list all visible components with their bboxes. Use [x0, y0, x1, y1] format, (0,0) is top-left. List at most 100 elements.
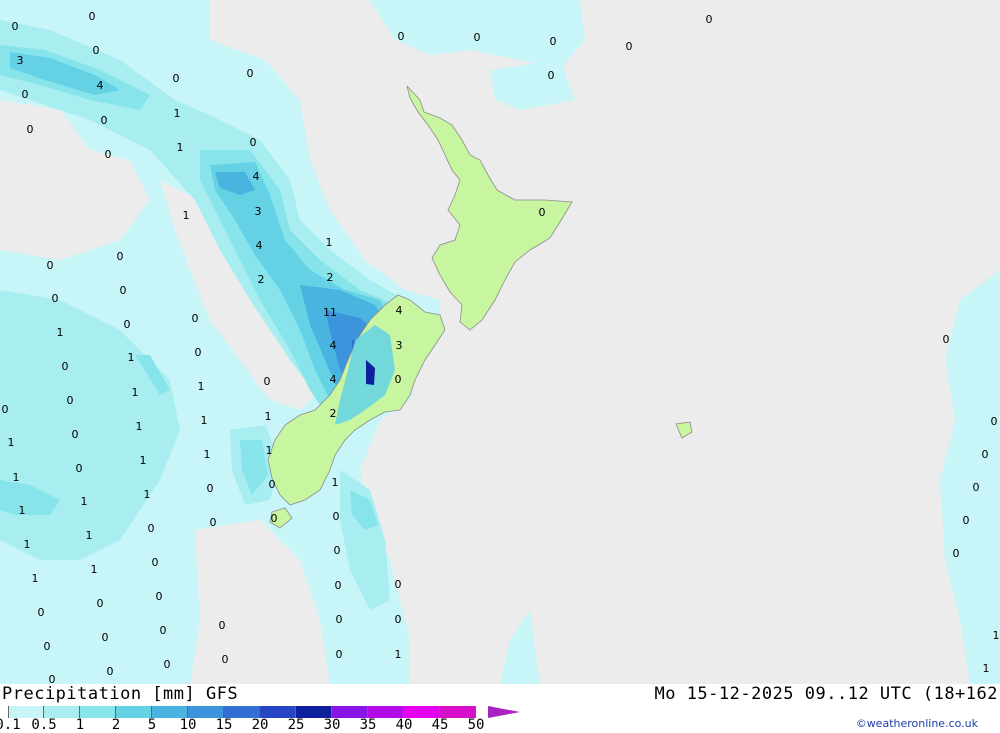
legend-label: 30 — [323, 717, 341, 733]
precip-value-label: 0 — [271, 512, 278, 525]
precip-value-label: 0 — [963, 514, 970, 527]
precip-value-label: 0 — [398, 30, 405, 43]
precip-value-label: 0 — [124, 318, 131, 331]
precip-value-label: 2 — [258, 273, 265, 286]
precip-value-label: 1 — [86, 529, 93, 542]
precip-value-label: 1 — [198, 380, 205, 393]
precip-value-label: 3 — [255, 205, 262, 218]
precip-value-label: 0 — [336, 613, 343, 626]
precip-value-label: 4 — [330, 339, 337, 352]
precip-value-label: 0 — [219, 619, 226, 632]
precip-value-label: 0 — [222, 653, 229, 666]
precip-value-label: 3 — [396, 339, 403, 352]
precip-value-label: 0 — [247, 67, 254, 80]
precip-value-label: 1 — [8, 436, 15, 449]
legend-label: 5 — [147, 717, 157, 733]
precip-value-label: 1 — [91, 563, 98, 576]
precip-value-label: 0 — [38, 606, 45, 619]
precip-value-label: 0 — [105, 148, 112, 161]
precip-value-label: 0 — [264, 375, 271, 388]
precip-value-label: 1 — [24, 538, 31, 551]
precip-value-label: 0 — [152, 556, 159, 569]
precip-value-label: 1 — [57, 326, 64, 339]
precip-value-label: 2 — [327, 271, 334, 284]
precip-value-label: 0 — [706, 13, 713, 26]
precip-value-label: 0 — [107, 665, 114, 678]
precip-value-label: 0 — [44, 640, 51, 653]
precip-value-label: 0 — [395, 613, 402, 626]
credit-link[interactable]: ©weatheronline.co.uk — [856, 717, 978, 730]
precip-value-label: 0 — [550, 35, 557, 48]
precip-value-label: 0 — [335, 579, 342, 592]
precip-value-label: 0 — [52, 292, 59, 305]
legend-label: 25 — [287, 717, 305, 733]
precip-value-label: 3 — [17, 54, 24, 67]
precip-value-label: 4 — [256, 239, 263, 252]
precip-value-label: 0 — [27, 123, 34, 136]
precip-value-label: 0 — [22, 88, 29, 101]
legend-label: 20 — [251, 717, 269, 733]
precip-value-label: 11 — [323, 306, 337, 319]
precip-value-label: 1 — [201, 414, 208, 427]
precip-value-label: 0 — [173, 72, 180, 85]
precip-value-label: 1 — [332, 476, 339, 489]
precip-value-label: 0 — [89, 10, 96, 23]
precip-value-label: 0 — [336, 648, 343, 661]
precip-value-label: 0 — [195, 346, 202, 359]
precip-value-label: 1 — [177, 141, 184, 154]
legend-labels: 0.10.5125101520253035404550 — [0, 717, 520, 733]
precip-value-label: 0 — [93, 44, 100, 57]
precip-value-label: 0 — [269, 478, 276, 491]
precip-value-label: 0 — [62, 360, 69, 373]
precipitation-map[interactable]: 0003400 000101 04314 1002 20011 410 04 301 04 001… — [0, 0, 1000, 684]
legend-label: 0.5 — [31, 717, 57, 733]
precip-value-label: 0 — [953, 547, 960, 560]
precip-value-label: 1 — [140, 454, 147, 467]
precip-value-label: 0 — [250, 136, 257, 149]
precip-value-label: 1 — [132, 386, 139, 399]
precip-value-label: 1 — [395, 648, 402, 661]
precip-value-label: 1 — [13, 471, 20, 484]
legend-label: 40 — [395, 717, 413, 733]
precip-value-label: 1 — [326, 236, 333, 249]
precip-value-label: 0 — [192, 312, 199, 325]
legend-label: 35 — [359, 717, 377, 733]
precip-value-label: 0 — [72, 428, 79, 441]
precip-value-label: 0 — [210, 516, 217, 529]
precip-value-label: 2 — [330, 407, 337, 420]
precip-value-label: 0 — [474, 31, 481, 44]
precip-value-label: 0 — [76, 462, 83, 475]
precip-value-label: 0 — [991, 415, 998, 428]
precip-value-label: 1 — [19, 504, 26, 517]
precip-value-label: 0 — [117, 250, 124, 263]
precip-value-label: 1 — [266, 444, 273, 457]
precip-value-label: 0 — [2, 403, 9, 416]
precip-value-label: 1 — [983, 662, 990, 675]
precip-value-label: 1 — [265, 410, 272, 423]
legend-label: 45 — [431, 717, 449, 733]
precip-value-label: 1 — [136, 420, 143, 433]
precip-value-label: 1 — [32, 572, 39, 585]
precip-value-label: 1 — [174, 107, 181, 120]
precip-value-label: 1 — [144, 488, 151, 501]
precip-value-label: 4 — [253, 170, 260, 183]
precip-value-label: 0 — [164, 658, 171, 671]
precip-value-label: 0 — [156, 590, 163, 603]
precip-value-label: 0 — [67, 394, 74, 407]
precip-value-label: 0 — [207, 482, 214, 495]
precip-value-label: 0 — [973, 481, 980, 494]
legend-label: 1 — [75, 717, 85, 733]
legend-label: 0.1 — [0, 717, 21, 733]
precip-value-label: 0 — [334, 544, 341, 557]
precip-value-label: 0 — [12, 20, 19, 33]
precip-value-label: 0 — [395, 578, 402, 591]
precip-value-label: 1 — [204, 448, 211, 461]
precip-value-label: 1 — [993, 629, 1000, 642]
precip-value-label: 0 — [101, 114, 108, 127]
legend-label: 2 — [111, 717, 121, 733]
precip-value-label: 0 — [49, 673, 56, 684]
precip-value-label: 0 — [548, 69, 555, 82]
precip-value-label: 1 — [81, 495, 88, 508]
legend-label: 15 — [215, 717, 233, 733]
precip-value-label: 0 — [148, 522, 155, 535]
